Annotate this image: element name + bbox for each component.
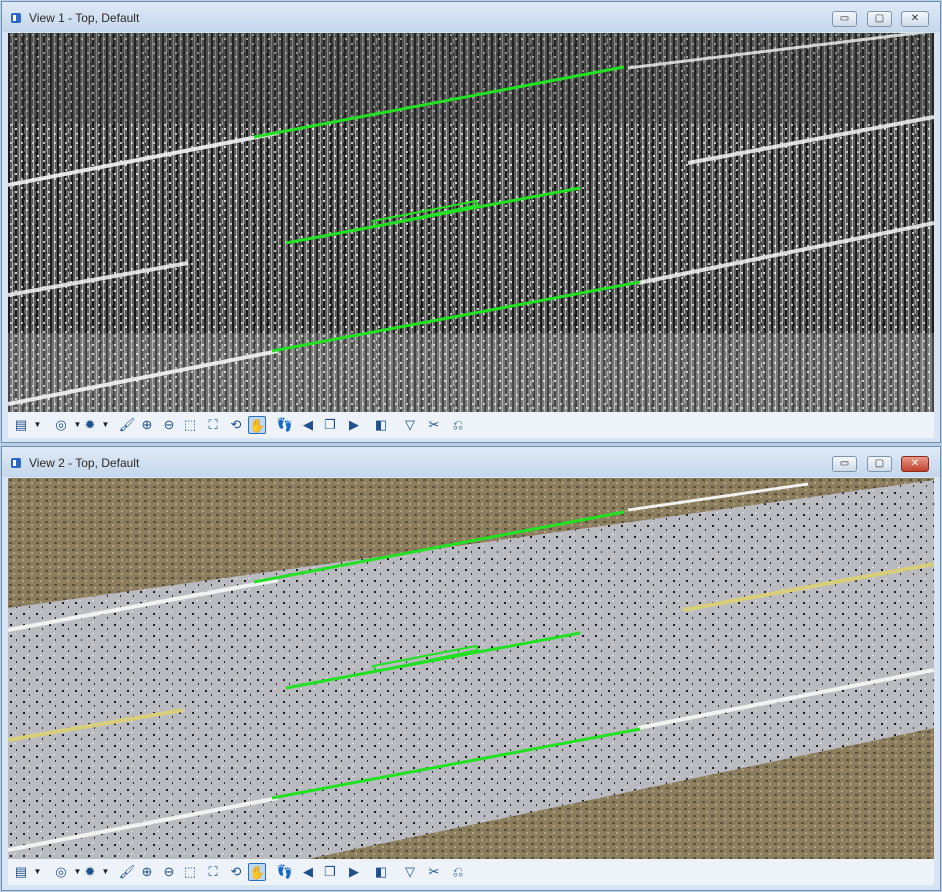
point-cloud-viewport[interactable] <box>8 33 934 412</box>
window-area-icon[interactable]: ⬚ <box>181 416 199 434</box>
view-undo-icon[interactable]: ⎌ <box>449 416 467 434</box>
clip-volume-icon[interactable]: ◧ <box>372 863 390 881</box>
brush-icon[interactable]: 🖌 <box>118 863 136 881</box>
view-display-mode-icon[interactable]: ◎ <box>52 863 70 881</box>
clear-clip-icon[interactable]: ✂ <box>425 863 443 881</box>
view-next-icon[interactable]: ▶ <box>345 863 363 881</box>
lighting-icon[interactable]: ✹ <box>81 416 99 434</box>
close-button[interactable]: ✕ <box>901 456 929 472</box>
walk-icon[interactable]: 👣 <box>276 863 294 881</box>
intensity-point-cloud-view <box>8 33 934 412</box>
close-button[interactable]: ✕ <box>901 11 929 27</box>
title-bar[interactable]: View 1 - Top, Default ▭ ▢ ✕ <box>2 2 940 32</box>
maximize-button[interactable]: ▢ <box>867 456 892 472</box>
clip-mask-icon[interactable]: ▽ <box>401 863 419 881</box>
window-title: View 2 - Top, Default <box>29 456 140 470</box>
microstation-app-icon <box>11 13 21 23</box>
zoom-out-icon[interactable]: ⊖ <box>160 416 178 434</box>
point-cloud-viewport[interactable] <box>8 478 934 859</box>
dropdown-arrow-icon[interactable]: ▼ <box>101 416 110 434</box>
minimize-button[interactable]: ▭ <box>832 11 857 27</box>
zoom-in-icon[interactable]: ⊕ <box>138 863 156 881</box>
dropdown-arrow-icon[interactable]: ▼ <box>101 863 110 881</box>
fit-view-icon[interactable]: ⛶ <box>204 416 222 434</box>
view-display-mode-icon[interactable]: ◎ <box>52 416 70 434</box>
pan-view-icon[interactable]: ✋ <box>248 416 266 434</box>
view-next-icon[interactable]: ▶ <box>345 416 363 434</box>
maximize-button[interactable]: ▢ <box>867 11 892 27</box>
title-bar[interactable]: View 2 - Top, Default ▭ ▢ ✕ <box>2 447 940 477</box>
lighting-icon[interactable]: ✹ <box>81 863 99 881</box>
view-attributes-icon[interactable]: ▤ <box>12 416 30 434</box>
copy-view-icon[interactable]: ❐ <box>321 416 339 434</box>
microstation-app-icon <box>11 458 21 468</box>
clip-volume-icon[interactable]: ◧ <box>372 416 390 434</box>
view-window-1[interactable]: View 1 - Top, Default ▭ ▢ ✕ ▤ ▼ ◎ ▼ ✹ ▼ … <box>1 1 941 443</box>
view-toolbar: ▤ ▼ ◎ ▼ ✹ ▼ 🖌 ⊕ ⊖ ⬚ ⛶ ⟲ ✋ 👣 ◀ ❐ ▶ ◧ ▽ ✂ ⎌ <box>8 859 934 885</box>
clip-mask-icon[interactable]: ▽ <box>401 416 419 434</box>
view-undo-icon[interactable]: ⎌ <box>449 863 467 881</box>
pan-view-icon[interactable]: ✋ <box>248 863 266 881</box>
walk-icon[interactable]: 👣 <box>276 416 294 434</box>
copy-view-icon[interactable]: ❐ <box>321 863 339 881</box>
zoom-in-icon[interactable]: ⊕ <box>138 416 156 434</box>
brush-icon[interactable]: 🖌 <box>118 416 136 434</box>
dropdown-arrow-icon[interactable]: ▼ <box>33 416 42 434</box>
rgb-point-cloud-view <box>8 478 934 859</box>
clear-clip-icon[interactable]: ✂ <box>425 416 443 434</box>
zoom-out-icon[interactable]: ⊖ <box>160 863 178 881</box>
dropdown-arrow-icon[interactable]: ▼ <box>33 863 42 881</box>
fit-view-icon[interactable]: ⛶ <box>204 863 222 881</box>
window-title: View 1 - Top, Default <box>29 11 140 25</box>
view-attributes-icon[interactable]: ▤ <box>12 863 30 881</box>
window-area-icon[interactable]: ⬚ <box>181 863 199 881</box>
view-previous-icon[interactable]: ◀ <box>299 863 317 881</box>
view-window-2[interactable]: View 2 - Top, Default ▭ ▢ ✕ ▤ ▼ ◎ ▼ ✹ ▼ … <box>1 446 941 891</box>
rotate-view-icon[interactable]: ⟲ <box>227 863 245 881</box>
view-previous-icon[interactable]: ◀ <box>299 416 317 434</box>
rotate-view-icon[interactable]: ⟲ <box>227 416 245 434</box>
minimize-button[interactable]: ▭ <box>832 456 857 472</box>
view-toolbar: ▤ ▼ ◎ ▼ ✹ ▼ 🖌 ⊕ ⊖ ⬚ ⛶ ⟲ ✋ 👣 ◀ ❐ ▶ ◧ ▽ ✂ ⎌ <box>8 412 934 438</box>
